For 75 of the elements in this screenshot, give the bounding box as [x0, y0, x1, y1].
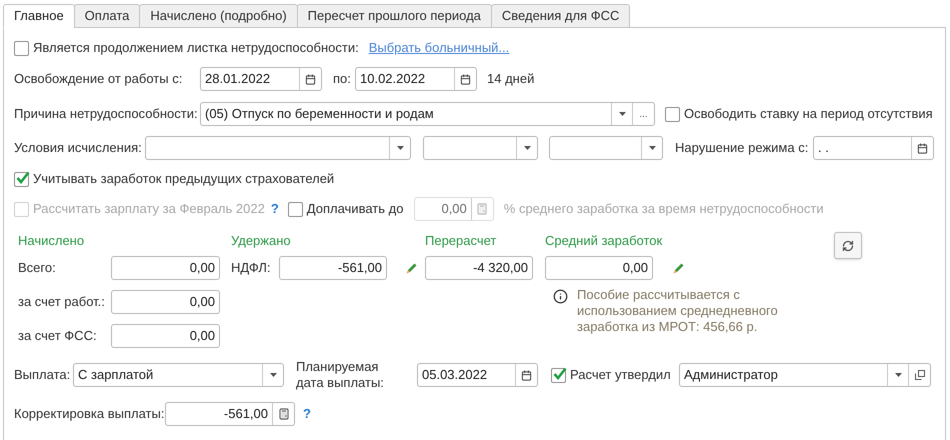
checkbox-label: Расчет утвердил: [570, 366, 672, 384]
dropdown-field[interactable]: [423, 136, 538, 160]
date-field[interactable]: 28.01.2022: [200, 67, 322, 91]
field-label: по:: [333, 70, 352, 88]
checkbox[interactable]: [551, 368, 566, 382]
checkbox[interactable]: [14, 172, 29, 186]
caret-icon: [270, 373, 276, 377]
checkbox[interactable]: [665, 106, 680, 122]
field-label: Планируемая дата выплаты:: [296, 359, 385, 391]
pencil-icon[interactable]: [405, 262, 418, 274]
pencil-icon[interactable]: [672, 262, 685, 274]
field-hint: % среднего заработка за время нетрудоспособности: [504, 200, 824, 218]
calendar-icon: [521, 370, 532, 380]
field-label: Причина нетрудоспособности:: [14, 105, 199, 124]
calculator-icon: [476, 203, 488, 215]
caret-icon: [648, 146, 656, 150]
calculator-icon: [278, 408, 290, 420]
amount-field[interactable]: 0,00: [545, 256, 653, 280]
amount-field[interactable]: -561,00: [165, 402, 295, 426]
approver-select[interactable]: Администратор: [679, 363, 931, 387]
amount-field[interactable]: 0,00: [111, 256, 220, 280]
field-label: Корректировка выплаты:: [14, 405, 165, 424]
calendar-icon: [917, 142, 928, 154]
open-icon: [914, 370, 924, 380]
caret-icon: [396, 146, 404, 150]
field-label: Всего:: [18, 259, 57, 278]
tab[interactable]: Оплата: [74, 4, 140, 28]
field-label: Условия исчисления:: [14, 139, 143, 158]
tab[interactable]: Главное: [3, 4, 75, 28]
date-field[interactable]: . .: [813, 136, 934, 160]
tab[interactable]: Сведения для ФСС: [490, 4, 630, 28]
dropdown-field[interactable]: [549, 136, 663, 160]
help-icon: ?: [270, 199, 279, 219]
section-heading: Удержано: [231, 232, 292, 250]
info-text: Пособие рассчитывается с использованием среднедневного заработка из МРОТ: 456,66 р.: [577, 287, 779, 335]
section-heading: Перерасчет: [425, 232, 498, 250]
checkbox-label: Освободить ставку на период отсутствия: [684, 105, 933, 124]
section-heading: Средний заработок: [545, 232, 664, 250]
refresh-button[interactable]: [834, 232, 862, 259]
caret-icon: [524, 146, 530, 150]
help-icon: ?: [303, 404, 311, 424]
dropdown-field[interactable]: [145, 136, 411, 160]
days-count: 14 дней: [487, 70, 534, 88]
info-icon: [553, 289, 568, 304]
select-sick-leave-link[interactable]: Выбрать больничный...: [368, 38, 510, 58]
tab[interactable]: Начислено (подробно): [139, 4, 298, 28]
field-label: Выплата:: [14, 366, 72, 384]
checkbox-label: Учитывать заработок предыдущих страхователей: [33, 170, 334, 188]
caret-icon: [618, 112, 626, 116]
tab[interactable]: Пересчет прошлого периода: [296, 4, 492, 28]
amount-field[interactable]: -561,00: [279, 256, 387, 280]
checkbox-label: Является продолжением листка нетрудоспособности:: [33, 39, 359, 58]
field-label: за счет ФСС:: [18, 327, 98, 346]
caret-icon: [894, 373, 902, 377]
check-icon: [16, 171, 30, 184]
field-label: Нарушение режима с:: [675, 139, 810, 158]
refresh-icon: [842, 240, 854, 252]
field-label: за счет работ.:: [18, 293, 106, 312]
checkbox-label: Рассчитать зарплату за Февраль 2022: [33, 200, 265, 218]
checkbox-label: Доплачивать до: [306, 200, 404, 218]
reason-select[interactable]: (05) Отпуск по беременности и родам ...: [200, 102, 655, 126]
section-heading: Начислено: [18, 232, 86, 250]
field-label: Освобождение от работы с:: [14, 70, 184, 88]
amount-field[interactable]: 0,00: [111, 324, 220, 348]
calendar-icon: [460, 74, 471, 84]
choose-button[interactable]: ...: [632, 103, 654, 125]
field-label: НДФЛ:: [231, 259, 272, 278]
check-icon: [552, 367, 566, 380]
amount-field[interactable]: -4 320,00: [425, 256, 533, 280]
calendar-icon: [305, 74, 316, 84]
date-field[interactable]: 10.02.2022: [355, 67, 477, 91]
date-field[interactable]: 05.03.2022: [417, 363, 538, 387]
payment-select[interactable]: С зарплатой: [73, 363, 284, 387]
amount-field[interactable]: 0,00: [111, 290, 220, 314]
checkbox[interactable]: [14, 40, 29, 56]
